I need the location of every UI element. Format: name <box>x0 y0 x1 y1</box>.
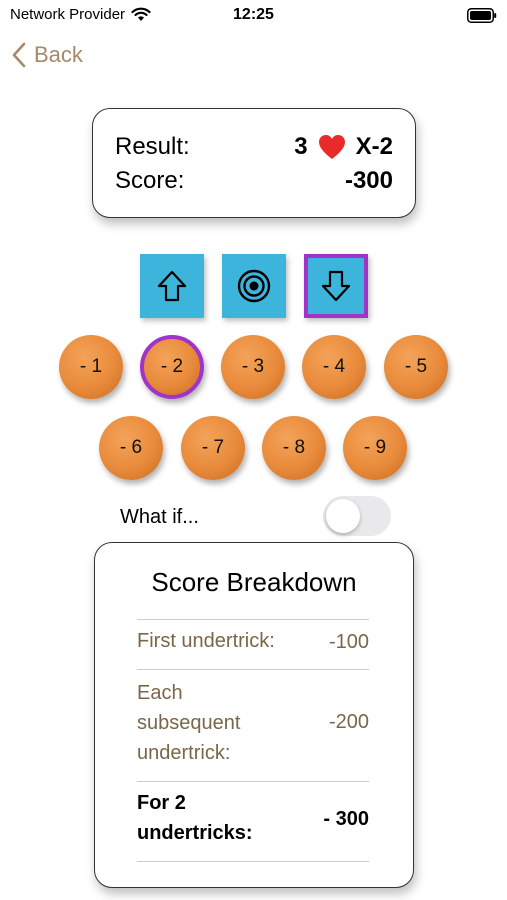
divider <box>137 619 369 620</box>
divider <box>137 781 369 782</box>
up-button[interactable] <box>140 254 204 318</box>
contract-level: 3 <box>294 133 308 160</box>
divider <box>137 669 369 670</box>
undertrick-button-7[interactable]: - 7 <box>181 416 245 480</box>
battery-icon <box>467 8 497 23</box>
undertrick-button-8[interactable]: - 8 <box>262 416 326 480</box>
score-label: Score: <box>115 167 185 194</box>
what-if-label: What if... <box>120 506 199 528</box>
undertrick-button-4[interactable]: - 4 <box>302 335 366 399</box>
subsequent-undertrick-label: Each subsequent undertrick: <box>137 682 241 764</box>
total-label: For 2 undertricks: <box>137 792 253 844</box>
total-value: - 300 <box>323 808 369 830</box>
score-row: Score: -300 <box>115 167 393 195</box>
target-icon <box>237 269 271 303</box>
undertrick-button-6[interactable]: - 6 <box>99 416 163 480</box>
chevron-left-icon <box>12 42 26 68</box>
contract: 3 X-2 <box>294 133 393 161</box>
down-button[interactable] <box>304 254 368 318</box>
contract-outcome: X-2 <box>355 133 393 160</box>
what-if-toggle[interactable] <box>323 496 391 536</box>
undertrick-button-1[interactable]: - 1 <box>59 335 123 399</box>
toggle-knob <box>326 499 360 533</box>
undertrick-button-2[interactable]: - 2 <box>140 335 204 399</box>
undertrick-button-3[interactable]: - 3 <box>221 335 285 399</box>
back-label: Back <box>34 42 83 67</box>
first-undertrick-value: -100 <box>328 631 369 653</box>
result-label: Result: <box>115 133 190 160</box>
status-bar: Network Provider 12:25 <box>0 0 507 32</box>
direction-buttons <box>140 254 368 318</box>
arrow-down-icon <box>321 270 351 302</box>
undertrick-button-9[interactable]: - 9 <box>343 416 407 480</box>
score-breakdown-card: Score Breakdown First undertrick: -100 E… <box>94 542 414 888</box>
subsequent-undertrick-value: -200 <box>328 711 369 733</box>
arrow-up-icon <box>157 270 187 302</box>
score-value: -300 <box>344 167 393 194</box>
back-button[interactable]: Back <box>12 42 83 68</box>
heart-icon <box>318 135 345 159</box>
target-button[interactable] <box>222 254 286 318</box>
undertrick-button-5[interactable]: - 5 <box>384 335 448 399</box>
result-card: Result: 3 X-2 Score: -300 <box>92 108 416 218</box>
first-undertrick-label: First undertrick: <box>137 630 275 652</box>
divider <box>137 861 369 862</box>
breakdown-title: Score Breakdown <box>151 567 357 597</box>
result-row: Result: 3 X-2 <box>115 133 393 161</box>
status-time: 12:25 <box>233 6 274 23</box>
